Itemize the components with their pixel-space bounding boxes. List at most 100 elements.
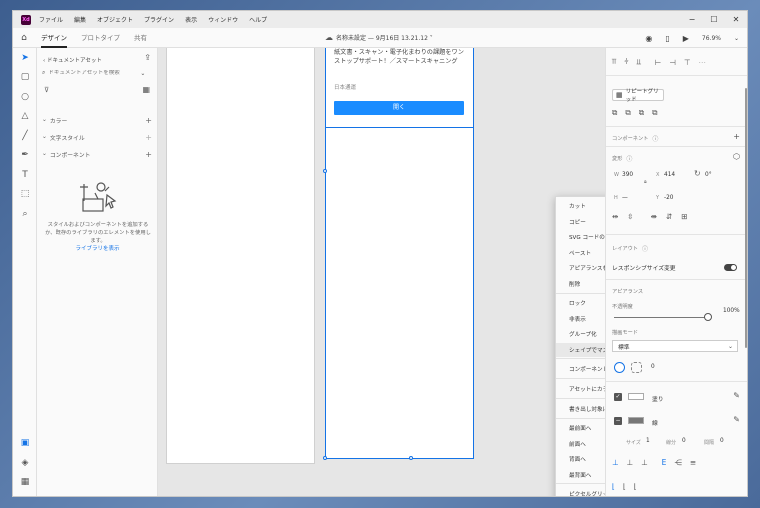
opacity-slider-knob[interactable] [704,313,712,321]
properties-scrollbar[interactable] [745,88,747,348]
context-menu-item[interactable]: ペーストCtrl+V [556,246,605,260]
blend-mode-select[interactable]: 標準 ⌄ [612,340,738,352]
tab-share[interactable]: 共有 [134,28,147,48]
maximize-button[interactable]: ☐ [703,11,725,28]
selection-handle[interactable] [323,456,327,460]
export-icon[interactable]: ⇪ [144,53,151,62]
height-input[interactable]: — [622,195,628,201]
filter-icon[interactable]: ⊽ [44,86,49,94]
tab-design[interactable]: デザイン [41,28,67,48]
context-menu-item[interactable]: 非表示Ctrl+, [556,312,605,326]
design-canvas[interactable]: 紙文書・スキャン・電子化まわりの課題をワンストップサポート！／スマートスキャニン… [158,48,605,496]
assets-section-char-styles[interactable]: ⌄ 文字スタイル + [42,131,152,143]
dash-input[interactable]: 0 [682,438,686,444]
menu-file[interactable]: ファイル [39,15,63,24]
close-button[interactable]: ✕ [725,11,747,28]
tab-prototype[interactable]: プロトタイプ [81,28,120,48]
align-right-icon[interactable]: ⊤ [684,58,691,67]
context-menu-item[interactable]: 背面へCtrl+[ [556,452,605,466]
join-bevel-icon[interactable]: ⌊ [634,482,637,491]
flip-vertical-icon[interactable]: ⇳ [627,212,633,221]
repeat-grid-button[interactable]: ▦ リピートグリッド [612,89,664,103]
align-top-icon[interactable]: ⫪ [612,57,616,67]
stroke-swatch[interactable] [628,417,644,424]
add-component-icon[interactable]: + [145,150,152,159]
lock-aspect-icon[interactable]: 🔒︎ [644,179,647,185]
corner-radius-input[interactable]: 0 [651,364,655,370]
rectangle-tool-icon[interactable]: ▢ [13,68,37,88]
add-component-icon[interactable]: + [733,132,740,141]
stroke-checkbox[interactable]: − [614,417,622,425]
line-tool-icon[interactable]: ╱ [13,126,37,146]
corner-radius-all-icon[interactable] [614,362,625,373]
eyedropper-icon[interactable]: ✎ [733,415,740,424]
fill-checkbox[interactable]: ✓ [614,393,622,401]
context-menu-item[interactable]: グループ化Ctrl+G [556,327,605,341]
3d-transform-icon[interactable]: ⬡ [733,152,740,161]
triangle-tool-icon[interactable]: △ [13,107,37,127]
text-tool-icon[interactable]: T [13,165,37,185]
play-icon[interactable]: ▶ [683,34,689,43]
zoom-tool-icon[interactable]: ⌕ [13,204,37,224]
union-icon[interactable]: ⧉ [612,108,617,118]
assets-section-components[interactable]: ⌄ コンポーネント + [42,148,152,160]
align-center-icon[interactable]: ⊣ [669,58,676,67]
y-input[interactable]: -20 [664,195,673,201]
context-menu-item[interactable]: ピクセルグリッドに整合 [556,487,605,496]
pen-tool-icon[interactable]: ✒ [13,146,37,166]
stroke-size-input[interactable]: 1 [646,438,650,444]
context-menu-item[interactable]: アセットにカラーを追加Shift+Ctrl+C [556,382,605,396]
align-middle-icon[interactable]: ⫩ [624,57,628,67]
add-char-style-icon[interactable]: + [145,133,152,142]
zoom-level[interactable]: 76.9% [702,35,721,42]
assets-panel-icon[interactable]: ▣ [13,434,37,454]
context-menu-item[interactable]: アピアランスをペーストCtrl+Alt+V [556,261,605,275]
ellipse-tool-icon[interactable]: ○ [13,87,37,107]
grid-view-icon[interactable]: ▦ [142,85,150,94]
selection-handle[interactable] [323,169,327,173]
menu-view[interactable]: 表示 [185,15,197,24]
exclude-icon[interactable]: ⧉ [652,108,657,118]
context-menu-item[interactable]: コピーCtrl+C [556,215,605,229]
context-menu-item[interactable]: コンポーネントにするCtrl+K [556,362,605,376]
assets-search-input[interactable] [48,70,141,76]
eyedropper-icon[interactable]: ✎ [733,391,740,400]
context-menu-item[interactable]: 削除Delete [556,277,605,291]
context-menu-item[interactable]: 前面へCtrl+] [556,437,605,451]
distribute-horizontal-icon[interactable]: ⇼ [651,212,657,221]
selection-handle[interactable] [409,456,413,460]
menu-object[interactable]: オブジェクト [97,15,133,24]
menu-plugins[interactable]: プラグイン [144,15,174,24]
opacity-value[interactable]: 100% [723,308,740,314]
x-input[interactable]: 414 [664,172,675,178]
context-menu-item[interactable]: 最前面へShift+Ctrl+] [556,421,605,435]
stroke-center-icon[interactable]: ⊥ [627,458,634,467]
plugins-panel-icon[interactable]: ▦ [13,473,37,493]
context-menu-item[interactable]: 書き出し対象にするShift+E [556,402,605,416]
align-left-icon[interactable]: ⊢ [655,58,662,67]
user-icon[interactable]: ◉ [645,34,652,43]
cap-round-icon[interactable]: ⋲ [674,458,682,467]
add-color-icon[interactable]: + [145,116,152,125]
join-miter-icon[interactable]: ⌊ [612,482,615,491]
artboard-left[interactable] [166,48,315,464]
context-menu-item[interactable]: シェイプでマスクShift+Ctrl+M [556,342,605,357]
minimize-button[interactable]: − [681,11,703,28]
stroke-inside-icon[interactable]: ⊥ [612,458,619,467]
artboard-content-text[interactable]: 紙文書・スキャン・電子化まわりの課題をワンストップサポート！／スマートスキャニン… [334,48,469,66]
stroke-outside-icon[interactable]: ⊥ [641,458,648,467]
context-menu-item[interactable]: ロックCtrl+L [556,296,605,310]
width-input[interactable]: 390 [622,172,633,178]
artboard-tool-icon[interactable]: ⬚ [13,185,37,205]
rotation-input[interactable]: 0° [705,172,712,178]
mobile-preview-icon[interactable]: ▯ [665,34,669,43]
context-menu-item[interactable]: SVG コードのコピー [556,230,605,244]
responsive-toggle[interactable] [724,264,737,271]
fill-swatch[interactable] [628,393,644,400]
context-menu-item[interactable]: カットCtrl+X [556,199,605,213]
select-tool-icon[interactable]: ➤ [13,48,37,68]
distribute-vertical-icon[interactable]: ⇵ [666,212,672,221]
join-round-icon[interactable]: ⌊ [623,482,626,491]
context-menu-item[interactable]: 最背面へShift+Ctrl+[ [556,468,605,482]
cap-square-icon[interactable]: ≡ [690,458,696,467]
